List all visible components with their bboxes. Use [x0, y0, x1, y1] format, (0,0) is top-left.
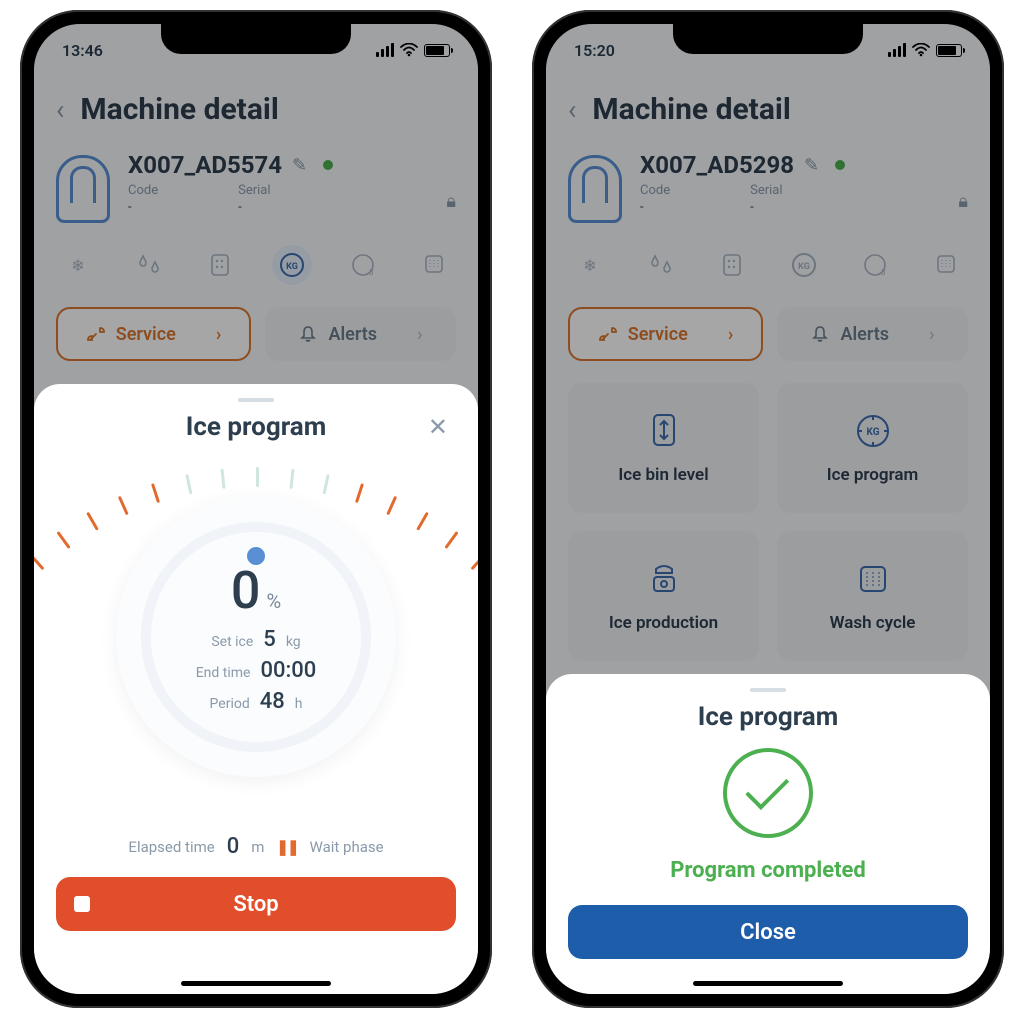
- phone-left: 13:46 ‹ Machine detail X007_AD5574 ✎: [20, 10, 492, 1008]
- sheet-drag-handle[interactable]: [238, 398, 274, 402]
- close-button[interactable]: Close: [568, 905, 968, 959]
- notch: [161, 24, 351, 54]
- stop-button[interactable]: Stop: [56, 877, 456, 931]
- set-ice-row: Set ice 5 kg: [211, 627, 300, 652]
- end-time-row: End time 00:00: [196, 658, 317, 683]
- progress-dial: 0 % Set ice 5 kg End time 00:00: [71, 452, 441, 822]
- sheet-title: Ice program: [186, 412, 326, 442]
- elapsed-unit: m: [251, 838, 264, 856]
- home-indicator[interactable]: [181, 981, 331, 986]
- elapsed-phase-row: Elapsed time 0 m ❚❚ Wait phase: [56, 834, 456, 859]
- ice-program-sheet: Ice program ✕ 0 % Set ice 5: [34, 384, 478, 994]
- sheet-drag-handle[interactable]: [750, 688, 786, 692]
- success-check-icon: [723, 748, 813, 838]
- elapsed-value: 0: [227, 834, 240, 859]
- screen: 13:46 ‹ Machine detail X007_AD5574 ✎: [34, 24, 478, 994]
- completed-message: Program completed: [568, 858, 968, 883]
- stop-icon: [74, 896, 90, 912]
- ice-program-complete-sheet: Ice program Program completed Close: [546, 674, 990, 994]
- sheet-title: Ice program: [698, 702, 838, 732]
- stop-button-label: Stop: [233, 892, 278, 917]
- pause-icon: ❚❚: [276, 838, 297, 856]
- close-button-label: Close: [740, 920, 796, 945]
- close-icon[interactable]: ✕: [428, 413, 448, 441]
- notch: [673, 24, 863, 54]
- dial-indicator-dot: [247, 547, 265, 565]
- period-row: Period 48 h: [210, 689, 303, 714]
- phone-right: 15:20 ‹ Machine detail X007_AD5298 ✎: [532, 10, 1004, 1008]
- percent-display: 0 %: [231, 560, 281, 621]
- phase-label: Wait phase: [310, 838, 384, 856]
- screen: 15:20 ‹ Machine detail X007_AD5298 ✎: [546, 24, 990, 994]
- home-indicator[interactable]: [693, 981, 843, 986]
- elapsed-label: Elapsed time: [128, 838, 214, 856]
